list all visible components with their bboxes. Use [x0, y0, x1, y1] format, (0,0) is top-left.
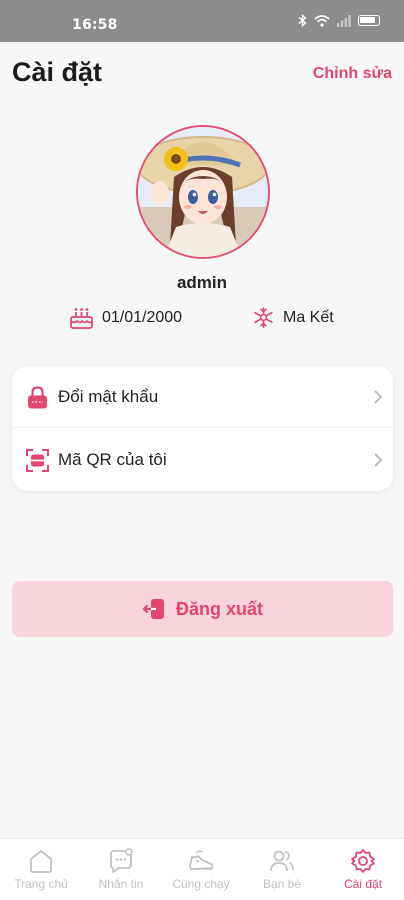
birthday-info: 01/01/2000 — [69, 306, 182, 330]
snowflake-icon — [254, 307, 273, 328]
lock-icon — [28, 386, 47, 409]
nav-label: Nhắn tin — [98, 877, 144, 891]
nav-item-messages[interactable]: Nhắn tin — [81, 839, 161, 900]
settings-icon — [351, 849, 375, 873]
birthday-cake-icon — [70, 308, 93, 329]
nav-item-settings[interactable]: Cài đặt — [323, 839, 403, 900]
username: admin — [176, 273, 228, 292]
chat-icon — [110, 848, 133, 873]
zodiac-info: Ma Kết — [252, 306, 334, 329]
logout-label: Đăng xuất — [175, 598, 263, 619]
qr-scan-icon — [26, 449, 49, 472]
logout-button[interactable]: Đăng xuất — [12, 581, 393, 637]
birthday-text: 01/01/2000 — [102, 309, 183, 326]
nav-label: Trang chủ — [14, 877, 68, 891]
chevron-right-icon — [374, 390, 383, 404]
menu-item-label: Đổi mật khẩu — [58, 387, 159, 406]
menu-item-change-password[interactable]: Đổi mật khẩu — [12, 366, 393, 428]
nav-label: Bạn bè — [262, 877, 302, 891]
edit-button[interactable]: Chỉnh sửa — [313, 65, 392, 83]
page-title: Cài đặt — [12, 57, 103, 87]
nav-item-run-together[interactable]: Cùng chạy — [161, 839, 241, 900]
avatar[interactable] — [136, 125, 270, 259]
wifi-icon — [314, 14, 330, 27]
friends-icon — [270, 850, 294, 872]
zodiac-text: Ma Kết — [283, 308, 334, 326]
nav-label: Cài đặt — [343, 877, 383, 891]
nav-label: Cùng chạy — [172, 877, 230, 891]
chevron-right-icon — [374, 453, 383, 467]
home-icon — [30, 850, 52, 873]
bottom-nav: Trang chủ Nhắn tin Cùng chạy Bạn bè Cài … — [0, 838, 404, 900]
logout-icon — [142, 599, 164, 619]
nav-item-home[interactable]: Trang chủ — [1, 839, 81, 900]
status-time: 16:58 — [72, 17, 118, 33]
signal-icon — [337, 14, 351, 27]
bluetooth-icon — [298, 14, 307, 27]
status-icons — [298, 14, 380, 27]
menu-item-my-qr[interactable]: Mã QR của tôi — [12, 429, 393, 491]
anime-girl-avatar-icon — [138, 127, 268, 257]
status-bar: 16:58 — [0, 0, 404, 42]
shoe-icon — [189, 850, 214, 870]
nav-item-friends[interactable]: Bạn bè — [242, 839, 322, 900]
settings-menu-card: Đổi mật khẩu Mã QR của tôi — [12, 366, 393, 491]
menu-item-label: Mã QR của tôi — [58, 450, 167, 469]
battery-icon — [358, 15, 380, 26]
